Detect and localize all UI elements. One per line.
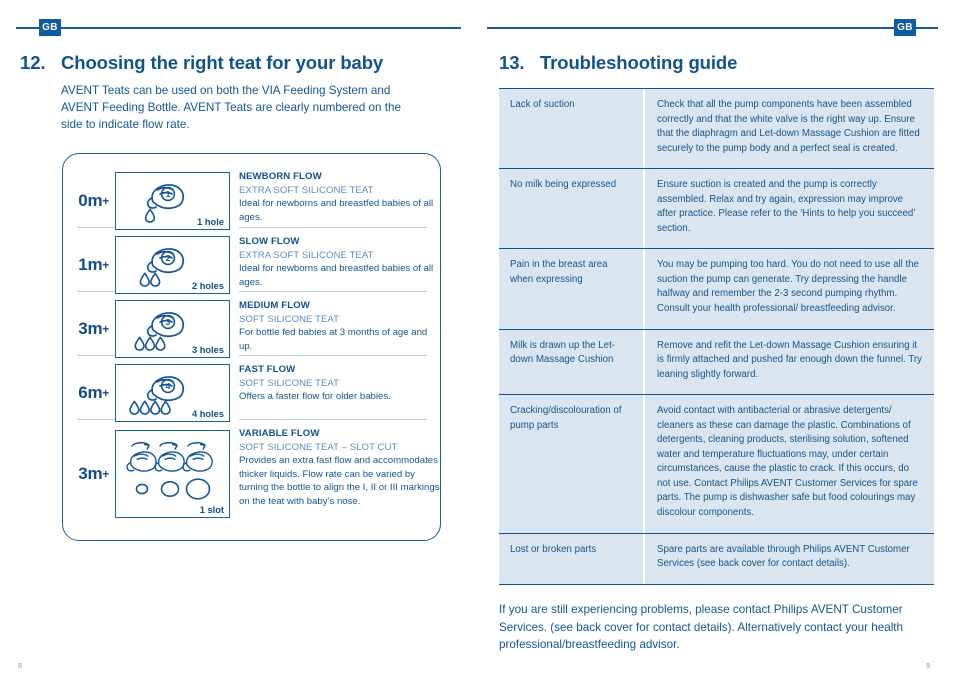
teat-age-value: 3m [78,463,103,483]
teat-holes-label: 1 slot [199,504,224,515]
teat-flow-description: Offers a faster flow for older babies. [239,391,391,403]
header-rule-right [487,27,938,29]
troubleshooting-problem: Milk is drawn up the Let-down Massage Cu… [499,329,645,395]
teat-row-divider-left [77,419,115,420]
teat-age-label: 3m + [63,425,115,522]
teat-flow-title: NEWBORN FLOW [239,171,322,182]
page-number-right: 9 [926,663,930,670]
teat-flow-subtitle: EXTRA SOFT SILICONE TEAT [239,184,374,196]
svg-text:1: 1 [166,190,171,199]
teat-age-plus: + [102,258,109,272]
language-badge-gb-right: GB [894,19,916,36]
troubleshooting-row: Lost or broken parts Spare parts are ava… [499,533,934,584]
teat-icon-box: 2 2 holes [115,236,230,294]
teat-flow-title: MEDIUM FLOW [239,300,310,311]
teat-age-label: 0m + [63,168,115,233]
troubleshooting-solution: Avoid contact with antibacterial or abra… [657,405,918,519]
teat-age-plus: + [102,386,109,400]
teat-description: SLOW FLOW EXTRA SOFT SILICONE TEAT Ideal… [230,233,442,297]
teat-icon-box: 3 3 holes [115,300,230,358]
teat-row: 3m + 3 3 holes MEDIUM FLOW SOFT SILICONE… [63,297,442,361]
teat-age-value: 0m [78,190,103,210]
teat-description: MEDIUM FLOW SOFT SILICONE TEAT For bottl… [230,297,442,361]
svg-text:3: 3 [166,318,171,327]
section-title: Troubleshooting guide [540,52,738,73]
teat-flow-description: For bottle fed babies at 3 months of age… [239,327,428,352]
troubleshooting-solution: Ensure suction is created and the pump i… [657,179,916,234]
teat-icon-box: 4 4 holes [115,364,230,422]
intro-paragraph: AVENT Teats can be used on both the VIA … [61,84,401,132]
teat-row-divider-right [239,291,427,292]
language-badge-gb-left: GB [39,19,61,36]
teat-row-divider-left [77,291,115,292]
teat-age-plus: + [102,193,109,208]
teat-flow-subtitle: SOFT SILICONE TEAT – SLOT CUT [239,441,398,453]
teat-selection-panel: 0m + 1 1 hole NEWBORN FLOW EXTRA SOFT SIL… [62,153,441,541]
teat-holes-label: 1 hole [197,216,224,227]
troubleshooting-row: Pain in the breast area when expressing … [499,249,934,330]
teat-icon-box: 1 slot [115,429,230,518]
teat-flow-title: SLOW FLOW [239,236,300,247]
teat-flow-subtitle: SOFT SILICONE TEAT [239,313,340,325]
troubleshooting-solution: Remove and refit the Let-down Massage Cu… [657,339,922,380]
section-number: 12. [20,52,46,73]
teat-icon-box: 1 1 hole [115,171,230,230]
teat-row: 1m + 2 2 holes SLOW FLOW EXTRA SOFT SILIC… [63,233,442,297]
section-title: Choosing the right teat for your baby [61,52,384,73]
troubleshooting-solution: You may be pumping too hard. You do not … [657,259,919,315]
teat-row-divider-right [239,419,427,420]
troubleshooting-solution: Spare parts are available through Philip… [657,543,910,570]
troubleshooting-solution: Check that all the pump components have … [657,99,920,154]
troubleshooting-row: Milk is drawn up the Let-down Massage Cu… [499,329,934,396]
teat-description: NEWBORN FLOW EXTRA SOFT SILICONE TEAT Id… [230,168,442,233]
teat-row: 0m + 1 1 hole NEWBORN FLOW EXTRA SOFT SIL… [63,168,442,233]
header-rule-left [16,27,461,29]
svg-text:2: 2 [166,254,171,263]
teat-row-divider-right [239,227,427,228]
troubleshooting-problem: Lack of suction [499,89,645,169]
troubleshooting-table: Lack of suction Check that all the pump … [499,88,934,585]
left-page: GB 12. Choosing the right teat for your … [0,0,477,688]
page-spread: GB 12. Choosing the right teat for your … [0,0,954,688]
teat-flow-description: Ideal for newborns and breastfed babies … [239,263,434,288]
teat-age-value: 3m [78,319,103,338]
teat-row-divider-left [77,355,115,356]
teat-flow-title: FAST FLOW [239,364,296,375]
teat-age-label: 1m + [63,233,115,297]
teat-age-plus: + [102,322,109,336]
teat-age-label: 6m + [63,361,115,425]
teat-age-value: 6m [78,383,103,402]
teat-row-divider-right [239,355,427,356]
troubleshooting-row: Cracking/discolouration of pump parts Av… [499,395,934,534]
section-number: 13. [499,52,525,73]
teat-flow-description: Ideal for newborns and breastfed babies … [239,198,434,223]
troubleshooting-problem: Cracking/discolouration of pump parts [499,395,645,533]
page-title-right: 13. Troubleshooting guide [499,52,737,74]
teat-row: 6m + 4 4 holes FAST FLOW SOFT SILICONE T… [63,361,442,425]
teat-age-label: 3m + [63,297,115,361]
teat-description: VARIABLE FLOW SOFT SILICONE TEAT – SLOT … [230,425,442,522]
troubleshooting-problem: No milk being expressed [499,169,645,249]
troubleshooting-problem: Pain in the breast area when expressing [499,249,645,329]
teat-row-divider-left [77,227,115,228]
teat-flow-description: Provides an extra fast flow and accommod… [239,455,440,508]
troubleshooting-row: Lack of suction Check that all the pump … [499,89,934,170]
troubleshooting-footer-note: If you are still experiencing problems, … [499,603,904,652]
teat-row: 3m + 1 slot VARIABLE FLOW SOFT SILICONE … [63,425,442,522]
right-page: GB 13. Troubleshooting guide Lack of suc… [477,0,954,688]
teat-description: FAST FLOW SOFT SILICONE TEAT Offers a fa… [230,361,442,425]
teat-holes-label: 3 holes [191,345,224,355]
teat-age-value: 1m [78,255,103,274]
troubleshooting-row: No milk being expressed Ensure suction i… [499,169,934,250]
svg-text:4: 4 [166,382,171,391]
teat-holes-label: 4 holes [191,409,224,419]
teat-flow-subtitle: SOFT SILICONE TEAT [239,377,340,389]
teat-age-plus: + [102,466,109,481]
page-number-left: 8 [18,663,22,670]
troubleshooting-problem: Lost or broken parts [499,533,645,584]
page-title-left: 12. Choosing the right teat for your bab… [20,52,383,74]
teat-flow-subtitle: EXTRA SOFT SILICONE TEAT [239,249,374,261]
teat-flow-title: VARIABLE FLOW [239,428,320,439]
teat-holes-label: 2 holes [191,281,224,291]
